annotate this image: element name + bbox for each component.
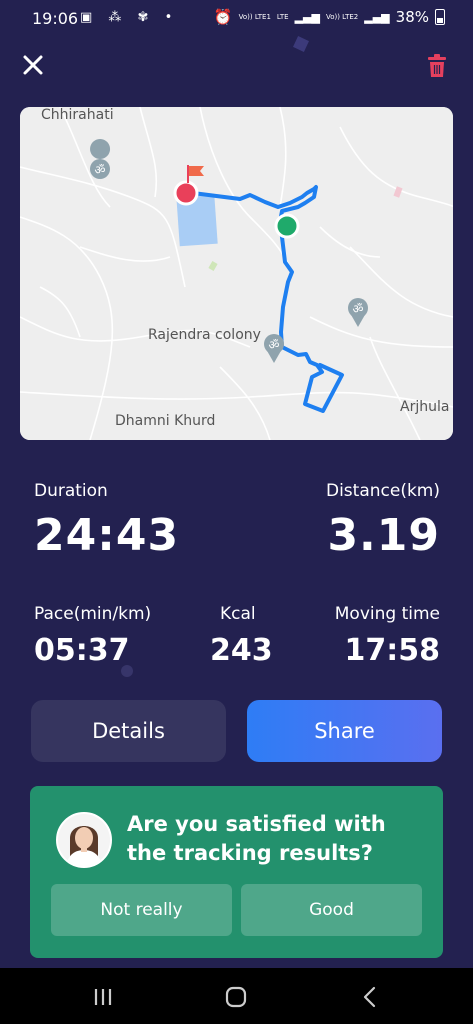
close-button[interactable] [20, 52, 46, 78]
pace-label: Pace(min/km) [34, 604, 152, 624]
route-map[interactable]: ॐ ॐ ॐ Chhirahati Rajendra colony Dhamni … [20, 107, 453, 440]
moving-time-value: 17:58 [344, 633, 441, 668]
back-icon [363, 986, 376, 1008]
pace-value: 05:37 [34, 633, 130, 668]
share-button[interactable]: Share [247, 700, 442, 762]
network-sim1: Vo)) LTE1 [238, 13, 271, 21]
svg-text:ॐ: ॐ [269, 338, 280, 352]
duration-value: 24:43 [34, 510, 180, 561]
status-right: ⏰ Vo)) LTE1 LTE ▂▄▆ Vo)) LTE2 ▂▄▆ 38% [214, 8, 445, 26]
signal-icon-2: ▂▄▆ [364, 10, 390, 24]
battery-icon [435, 9, 445, 25]
distance-value: 3.19 [327, 510, 440, 561]
home-button[interactable] [221, 982, 251, 1012]
close-icon [23, 55, 43, 75]
back-button[interactable] [355, 982, 385, 1012]
avatar-image [58, 814, 110, 866]
map-label-rajendra-colony: Rajendra colony [148, 327, 261, 343]
network-sim2: Vo)) LTE2 [325, 13, 359, 21]
navigation-bar [0, 968, 473, 1024]
distance-label: Distance(km) [325, 481, 440, 501]
confetti-decoration [293, 36, 309, 52]
trash-icon [428, 54, 446, 77]
map-canvas: ॐ ॐ ॐ [20, 107, 453, 440]
recents-button[interactable] [88, 982, 118, 1012]
battery-text: 38% [395, 8, 429, 26]
notification-icons: ▣ ⁂ ✾ • [80, 10, 179, 25]
not-really-button[interactable]: Not really [51, 884, 232, 936]
avatar [56, 812, 112, 868]
home-icon [225, 986, 247, 1008]
network-lte: LTE [276, 13, 289, 21]
feedback-question: Are you satisfied with the tracking resu… [127, 812, 386, 865]
start-marker [274, 213, 300, 239]
feedback-card: Are you satisfied with the tracking resu… [30, 786, 443, 958]
status-bar: 19:06 ▣ ⁂ ✾ • ⏰ Vo)) LTE1 LTE ▂▄▆ Vo)) L… [0, 0, 473, 38]
delete-button[interactable] [426, 54, 448, 78]
map-label-arjhula: Arjhula [400, 399, 450, 415]
svg-text:ॐ: ॐ [353, 302, 364, 316]
duration-label: Duration [34, 481, 108, 501]
recents-icon [94, 989, 112, 1005]
signal-icon: ▂▄▆ [294, 10, 320, 24]
map-label-dhamni-khurd: Dhamni Khurd [115, 413, 216, 429]
good-button[interactable]: Good [241, 884, 422, 936]
status-time: 19:06 [32, 9, 79, 28]
svg-text:ॐ: ॐ [95, 163, 106, 177]
moving-time-label: Moving time [334, 604, 440, 624]
kcal-value: 243 [210, 633, 273, 668]
map-label-chhirahati: Chhirahati [41, 107, 114, 123]
details-button[interactable]: Details [31, 700, 226, 762]
alarm-icon: ⏰ [213, 8, 233, 26]
kcal-label: Kcal [220, 604, 256, 624]
